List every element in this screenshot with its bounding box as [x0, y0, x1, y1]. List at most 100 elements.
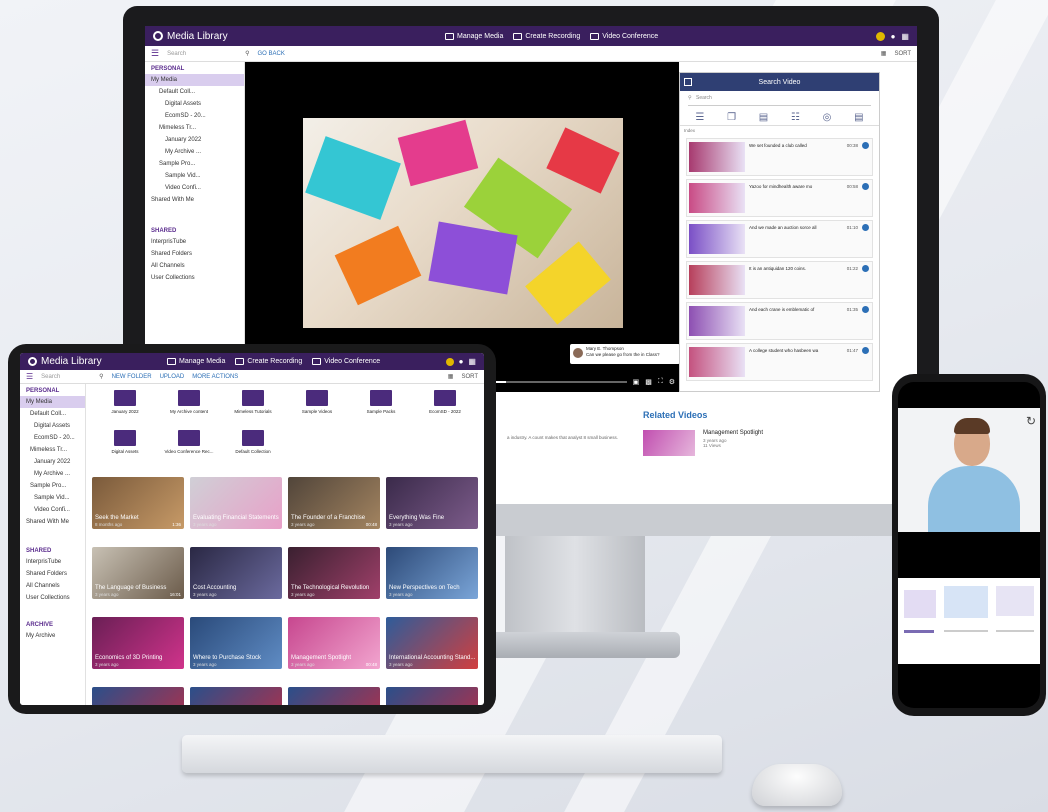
sidebar-item[interactable]: EcomSD - 20... — [20, 432, 85, 444]
notification-bell-icon[interactable]: ● — [459, 357, 464, 366]
manage-media-button[interactable]: Manage Media — [445, 32, 503, 40]
create-recording-button[interactable]: Create Recording — [235, 358, 302, 365]
video-card[interactable]: International Accounting Stand... 3 years… — [386, 617, 478, 669]
go-back-link[interactable]: GO BACK — [257, 51, 284, 57]
grid-view-icon[interactable]: ▦ — [881, 50, 887, 57]
sidebar-item[interactable]: Sample Pro... — [145, 158, 244, 170]
sidebar-item[interactable]: Video Confi... — [20, 504, 85, 516]
sidebar-item[interactable]: Shared Folders — [145, 248, 244, 260]
user-avatar[interactable] — [875, 31, 885, 41]
cc-icon[interactable]: ▤ — [759, 112, 768, 123]
search-result-item[interactable]: Yazoo for mindhealth aware mo 00:58 — [686, 179, 873, 217]
search-result-item[interactable]: It is an antiquidan 120 coins. 01:22 — [686, 261, 873, 299]
sidebar-item[interactable]: InterprisTube — [20, 556, 85, 568]
app-logo[interactable]: Media Library — [28, 356, 102, 367]
jump-to-icon[interactable] — [862, 306, 869, 313]
video-card[interactable]: Management Spotlight 3 years ago 00:48 — [288, 617, 380, 669]
sidebar-item[interactable]: Default Coll... — [145, 86, 244, 98]
sidebar-item[interactable]: Mimeless Tr... — [20, 444, 85, 456]
sort-dropdown[interactable]: SORT — [461, 374, 478, 380]
sidebar-item[interactable]: Shared Folders — [20, 568, 85, 580]
folder-item[interactable]: Sample Videos — [288, 390, 346, 426]
sidebar-item[interactable]: January 2022 — [145, 134, 244, 146]
upload-button[interactable]: UPLOAD — [160, 374, 185, 380]
related-video-item[interactable]: Management Spotlight 3 years ago 11 View… — [643, 428, 883, 456]
chapters-icon[interactable]: ❐ — [727, 112, 736, 123]
video-card[interactable]: Cost Accounting 3 years ago — [190, 547, 282, 599]
sidebar-item-my-media[interactable]: My Media — [145, 74, 244, 86]
sidebar-item[interactable]: My Archive ... — [145, 146, 244, 158]
video-card[interactable]: The Language of Business 3 years ago 16:01 — [92, 547, 184, 599]
video-card[interactable]: New Perspectives on Tech 3 years ago — [386, 547, 478, 599]
list-icon[interactable]: ☰ — [695, 112, 704, 123]
sidebar-item-shared-with-me[interactable]: Shared With Me — [20, 516, 85, 528]
comments-icon[interactable]: ◎ — [823, 112, 832, 123]
sidebar-item[interactable]: All Channels — [20, 580, 85, 592]
sidebar-item[interactable]: EcomSD - 20... — [145, 110, 244, 122]
video-card[interactable]: The Technological Revolution 3 years ago — [288, 547, 380, 599]
video-card[interactable]: The Founder of a Franchise 3 years ago 00:… — [288, 477, 380, 529]
video-player[interactable]: Mary E. Thompson Can we please go from t… — [245, 62, 680, 392]
folder-item[interactable]: Video Conference Rec... — [160, 430, 218, 466]
captions-icon[interactable]: ▣ — [633, 378, 640, 386]
fullscreen-icon[interactable]: ⛶ — [658, 378, 663, 386]
sidebar-item[interactable]: Digital Assets — [20, 420, 85, 432]
grid-view-icon[interactable]: ▦ — [448, 373, 454, 380]
sidebar-item[interactable]: Mimeless Tr... — [145, 122, 244, 134]
search-result-item[interactable]: A college student who hasbeen wa 01:47 — [686, 343, 873, 381]
sort-dropdown[interactable]: SORT — [894, 51, 911, 57]
video-card[interactable]: Seek the Market 8 months ago 1:36 — [92, 477, 184, 529]
video-card[interactable] — [190, 687, 282, 705]
notes-icon[interactable]: ☷ — [791, 112, 800, 123]
jump-to-icon[interactable] — [862, 142, 869, 149]
video-card[interactable]: Where to Purchase Stock 3 years ago — [190, 617, 282, 669]
video-card[interactable] — [386, 687, 478, 705]
sidebar-item[interactable]: User Collections — [20, 592, 85, 604]
notification-bell-icon[interactable]: ● — [891, 32, 896, 41]
create-recording-button[interactable]: Create Recording — [513, 32, 580, 40]
app-logo[interactable]: Media Library — [153, 31, 228, 42]
sidebar-item[interactable]: My Archive — [20, 630, 85, 642]
manage-media-button[interactable]: Manage Media — [167, 358, 225, 365]
rotate-icon[interactable]: ↻ — [1026, 414, 1036, 428]
folder-item[interactable]: EcomSD - 2022 — [416, 390, 474, 426]
panel-toggle-icon[interactable] — [684, 78, 692, 86]
video-card[interactable]: Everything Was Fine 3 years ago — [386, 477, 478, 529]
jump-to-icon[interactable] — [862, 183, 869, 190]
sidebar-item-shared-with-me[interactable]: Shared With Me — [145, 194, 244, 206]
sidebar-item[interactable]: Sample Vid... — [20, 492, 85, 504]
theater-icon[interactable]: ▩ — [645, 378, 652, 386]
more-actions-dropdown[interactable]: MORE ACTIONS — [192, 374, 238, 380]
sidebar-item[interactable]: Default Coll... — [20, 408, 85, 420]
search-result-item[interactable]: And we made an auction sorce all 01:10 — [686, 220, 873, 258]
video-card[interactable]: Economics of 3D Printing 3 years ago — [92, 617, 184, 669]
sidebar-item[interactable]: All Channels — [145, 260, 244, 272]
search-result-item[interactable]: And each crane is emblematic of 01:35 — [686, 302, 873, 340]
menu-icon[interactable]: ☰ — [26, 372, 33, 381]
folder-item[interactable]: Digital Assets — [96, 430, 154, 466]
sidebar-item-my-media[interactable]: My Media — [20, 396, 85, 408]
folder-item[interactable]: Sample Packs — [352, 390, 410, 426]
jump-to-icon[interactable] — [862, 265, 869, 272]
folder-item[interactable]: Default Collection — [224, 430, 282, 466]
search-input[interactable]: Search — [41, 374, 91, 380]
menu-icon[interactable]: ☰ — [151, 48, 159, 59]
sidebar-item[interactable]: Digital Assets — [145, 98, 244, 110]
apps-grid-icon[interactable]: ▦ — [901, 32, 909, 41]
document-icon[interactable]: ▤ — [854, 112, 863, 123]
sidebar-item[interactable]: Video Confi... — [145, 182, 244, 194]
search-icon[interactable]: ⚲ — [99, 373, 103, 380]
jump-to-icon[interactable] — [862, 224, 869, 231]
folder-item[interactable]: January 2022 — [96, 390, 154, 426]
presenter-video[interactable]: ↻ — [898, 408, 1040, 532]
sidebar-item[interactable]: Sample Pro... — [20, 480, 85, 492]
apps-grid-icon[interactable]: ▦ — [468, 357, 476, 366]
search-input[interactable]: Search — [167, 51, 237, 57]
user-avatar[interactable] — [445, 357, 454, 366]
folder-item[interactable]: My Archive content — [160, 390, 218, 426]
new-folder-button[interactable]: NEW FOLDER — [112, 374, 152, 380]
video-card[interactable] — [92, 687, 184, 705]
folder-item[interactable]: Mimeless Tutorials — [224, 390, 282, 426]
search-icon[interactable]: ⚲ — [245, 50, 249, 57]
sidebar-item[interactable]: My Archive ... — [20, 468, 85, 480]
